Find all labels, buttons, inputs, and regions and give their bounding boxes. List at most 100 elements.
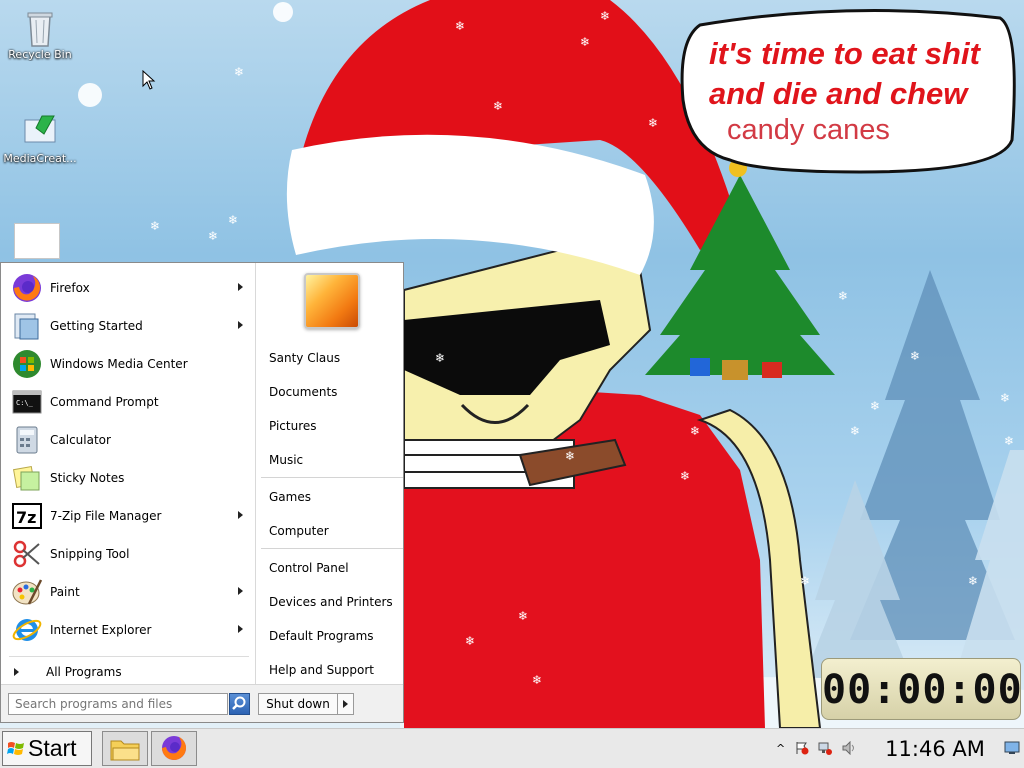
all-programs-arrow-icon — [14, 668, 19, 676]
snowflake-icon: ❄ — [580, 35, 591, 49]
submenu-arrow-icon — [238, 587, 243, 595]
program-label: 7-Zip File Manager — [50, 509, 162, 523]
snowflake-icon: ❄ — [1004, 434, 1015, 448]
folder-icon — [110, 740, 140, 761]
place-control-panel[interactable]: Control Panel — [269, 558, 349, 578]
all-programs-button[interactable]: All Programs — [5, 661, 251, 683]
place-computer[interactable]: Computer — [269, 521, 329, 541]
program-firefox[interactable]: Firefox — [5, 270, 251, 306]
user-picture-avatar[interactable] — [304, 273, 360, 329]
submenu-arrow-icon — [238, 625, 243, 633]
media-creation-tool-icon — [22, 112, 58, 148]
calculator-icon — [16, 426, 38, 454]
show-desktop-icon[interactable] — [1004, 741, 1020, 755]
clock[interactable]: 11:46 AM — [870, 729, 1000, 768]
search-icon[interactable] — [229, 693, 250, 715]
start-menu: Firefox Getting Started Windows Media Ce… — [0, 262, 404, 723]
desktop-blank-file-icon[interactable] — [14, 223, 60, 259]
program-label: Getting Started — [50, 319, 143, 333]
windows-media-center-icon — [13, 350, 41, 378]
desktop-icon-recycle-bin[interactable]: Recycle Bin — [2, 8, 78, 61]
action-center-flag-icon[interactable] — [795, 741, 809, 755]
start-menu-bottom-bar: Shut down — [1, 684, 403, 722]
snowflake-icon: ❄ — [850, 424, 861, 438]
taskbar-firefox[interactable] — [151, 731, 197, 766]
program-calculator[interactable]: Calculator — [5, 422, 251, 458]
speech-line-1: it's time to eat shit — [709, 36, 980, 71]
program-label: Snipping Tool — [50, 547, 130, 561]
program-windows-media-center[interactable]: Windows Media Center — [5, 346, 251, 382]
volume-icon[interactable] — [842, 741, 856, 755]
snowflake-icon: ❄ — [208, 229, 219, 243]
snowflake-icon: ❄ — [648, 116, 659, 130]
snowflake-icon: ❄ — [870, 399, 881, 413]
speech-line-3: candy canes — [727, 114, 890, 146]
svg-text:C:\_: C:\_ — [16, 399, 34, 407]
sticky-notes-icon — [12, 465, 40, 491]
program-snipping-tool[interactable]: Snipping Tool — [5, 536, 251, 572]
speech-bubble: it's time to eat shit and die and chew c… — [679, 10, 1013, 174]
snipping-tool-icon — [13, 540, 40, 568]
speech-line-2: and die and chew — [709, 76, 968, 111]
place-games[interactable]: Games — [269, 487, 311, 507]
snowflake-icon: ❄ — [455, 19, 466, 33]
program-label: Command Prompt — [50, 395, 159, 409]
timer-gadget[interactable]: 00:00:00 — [821, 658, 1022, 720]
program-label: Paint — [50, 585, 80, 599]
start-button[interactable]: Start — [2, 731, 92, 766]
place-documents[interactable]: Documents — [269, 382, 337, 402]
svg-text:7z: 7z — [16, 508, 36, 527]
snowflake-icon: ❄ — [1000, 391, 1011, 405]
snowflake-icon: ❄ — [493, 99, 504, 113]
firefox-icon — [13, 274, 41, 302]
program-getting-started[interactable]: Getting Started — [5, 308, 251, 344]
snowflake-icon: ❄ — [565, 449, 576, 463]
snowflake-icon: ❄ — [532, 673, 543, 687]
submenu-arrow-icon — [238, 511, 243, 519]
snowflake-icon: ❄ — [680, 469, 691, 483]
snowflake-icon: ❄ — [600, 9, 611, 23]
shut-down-label: Shut down — [266, 697, 330, 711]
shut-down-options-arrow-icon[interactable] — [338, 693, 354, 715]
place-user-folder[interactable]: Santy Claus — [269, 348, 340, 368]
command-prompt-icon: C:\_ — [12, 390, 42, 414]
programs-pane: Firefox Getting Started Windows Media Ce… — [1, 263, 255, 684]
place-help-and-support[interactable]: Help and Support — [269, 660, 374, 680]
program-label: Firefox — [50, 281, 90, 295]
snowflake-icon: ❄ — [690, 424, 701, 438]
taskbar: Start ^ 11:46 AM — [0, 728, 1024, 768]
place-music[interactable]: Music — [269, 450, 303, 470]
snowflake-icon: ❄ — [910, 349, 921, 363]
submenu-arrow-icon — [238, 283, 243, 291]
place-default-programs[interactable]: Default Programs — [269, 626, 374, 646]
all-programs-label: All Programs — [46, 665, 122, 679]
program-command-prompt[interactable]: C:\_ Command Prompt — [5, 384, 251, 420]
desktop-icon-media-creation-tool[interactable]: MediaCreat... — [2, 112, 78, 165]
program-internet-explorer[interactable]: Internet Explorer — [5, 612, 251, 648]
program-sticky-notes[interactable]: Sticky Notes — [5, 460, 251, 496]
search-input[interactable] — [8, 693, 228, 715]
getting-started-icon — [14, 313, 39, 340]
places-divider — [261, 477, 403, 478]
snowflake-icon: ❄ — [518, 609, 529, 623]
program-paint[interactable]: Paint — [5, 574, 251, 610]
recycle-bin-icon — [22, 8, 58, 47]
program-label: Sticky Notes — [50, 471, 125, 485]
start-label: Start — [28, 735, 77, 761]
internet-explorer-icon — [12, 619, 42, 641]
program-7zip[interactable]: 7z 7-Zip File Manager — [5, 498, 251, 534]
desktop-icon-label: MediaCreat... — [3, 152, 77, 165]
7zip-icon: 7z — [12, 503, 42, 529]
snowflake-icon: ❄ — [150, 219, 161, 233]
shut-down-button[interactable]: Shut down — [258, 693, 338, 715]
show-hidden-icons-chevron-icon[interactable]: ^ — [776, 742, 785, 755]
place-devices-and-printers[interactable]: Devices and Printers — [269, 592, 393, 612]
snowflake-icon: ❄ — [234, 65, 245, 79]
paint-icon — [12, 579, 43, 605]
programs-divider — [9, 656, 249, 657]
place-pictures[interactable]: Pictures — [269, 416, 317, 436]
taskbar-windows-explorer[interactable] — [102, 731, 148, 766]
network-icon[interactable] — [818, 741, 832, 755]
submenu-arrow-icon — [238, 321, 243, 329]
snowflake-icon: ❄ — [838, 289, 849, 303]
